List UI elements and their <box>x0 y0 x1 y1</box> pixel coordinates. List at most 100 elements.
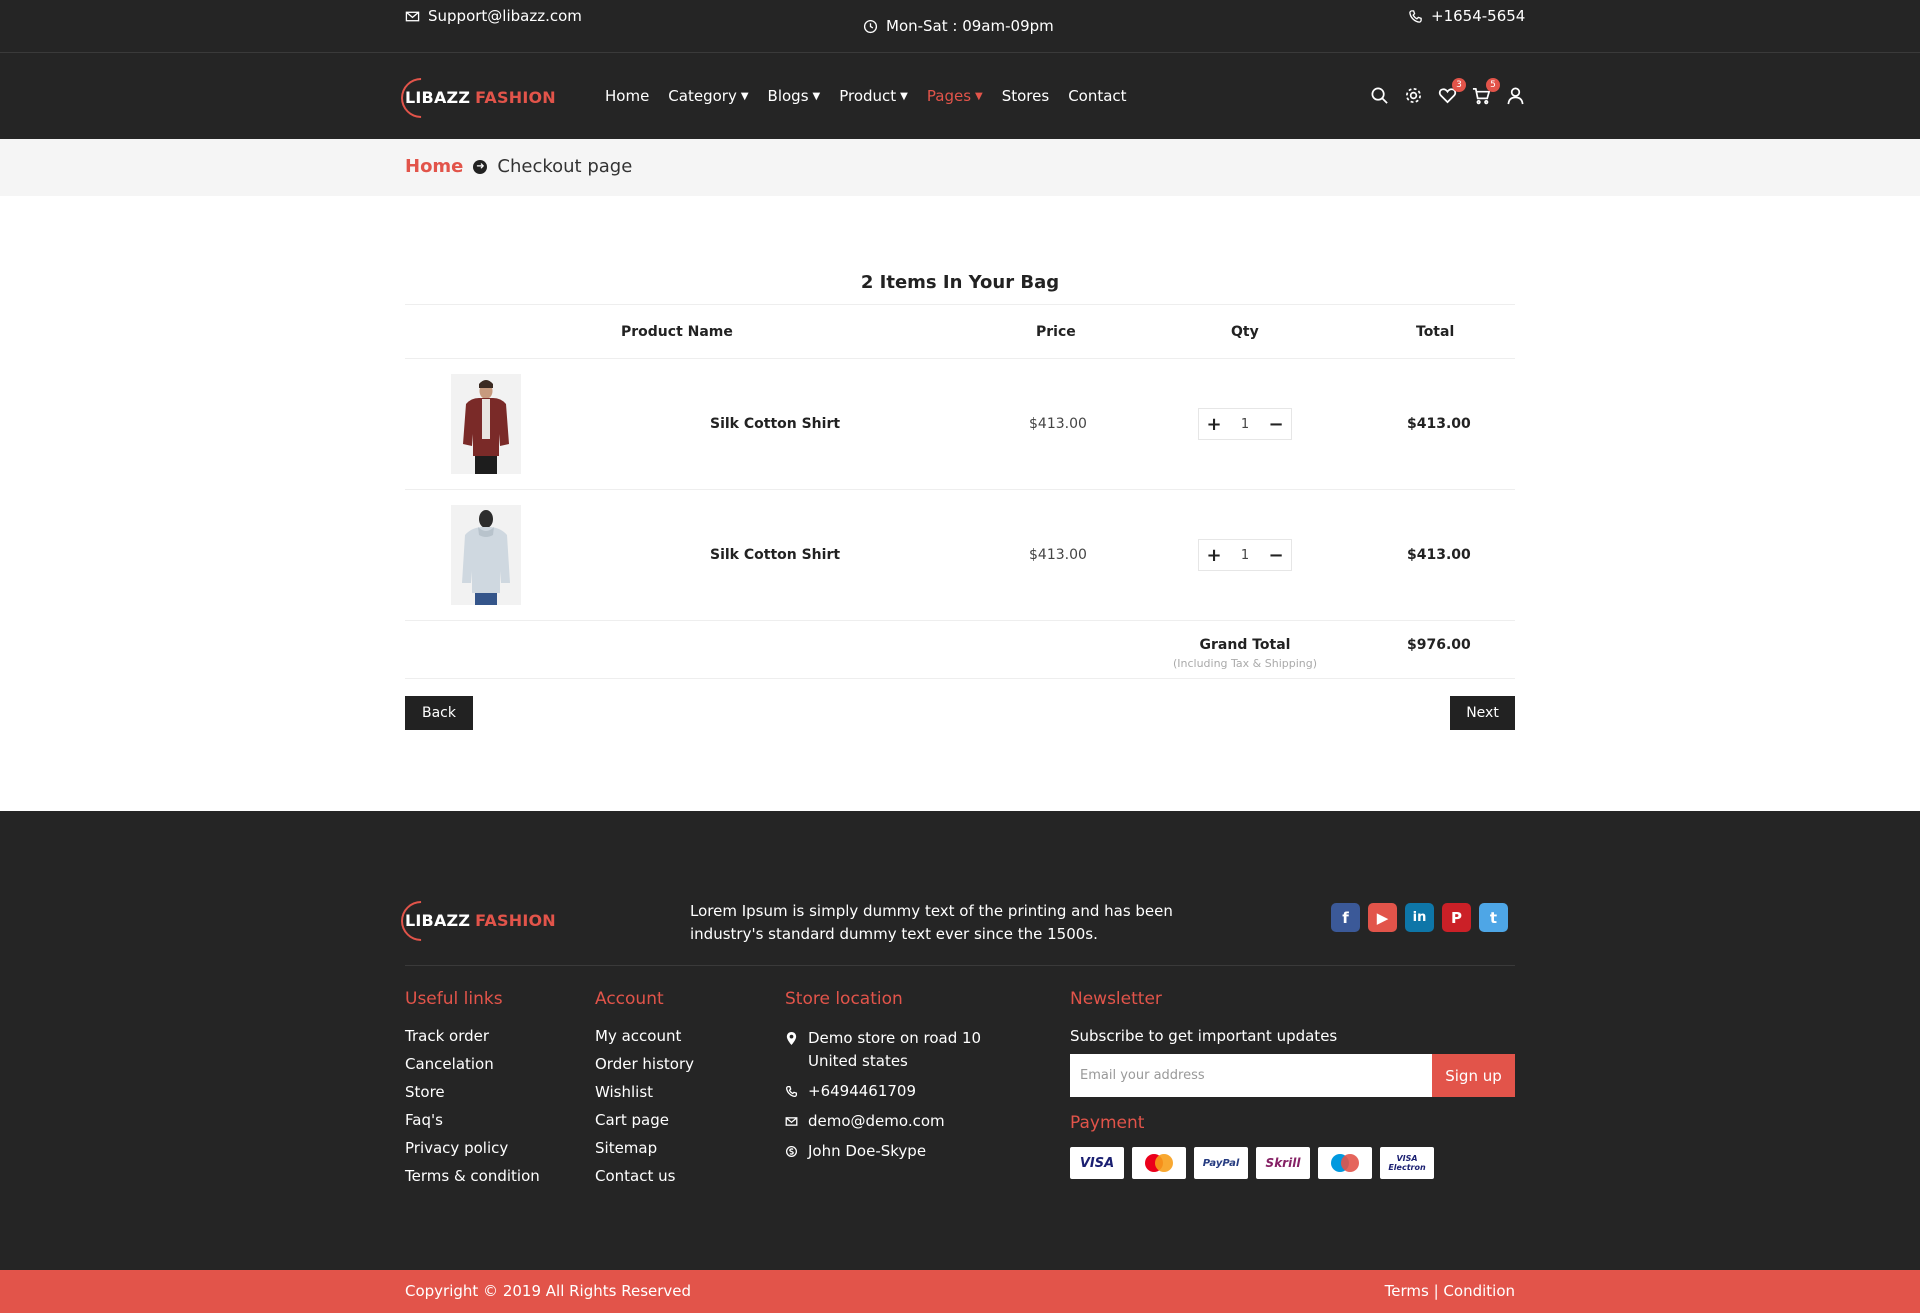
site-logo[interactable]: LIBAZZ FASHION <box>392 69 556 127</box>
nav-pages-label: Pages <box>926 87 972 105</box>
next-button[interactable]: Next <box>1450 696 1515 730</box>
minus-icon[interactable]: − <box>1261 409 1291 439</box>
search-icon[interactable] <box>1370 86 1390 106</box>
signup-button[interactable]: Sign up <box>1432 1054 1515 1097</box>
maestro-icon <box>1318 1147 1372 1179</box>
column-total: Total <box>1416 324 1455 340</box>
copyright-bar: Copyright © 2019 All Rights Reserved Ter… <box>0 1270 1920 1313</box>
breadcrumb-home-link[interactable]: Home <box>405 156 463 177</box>
table-row: Silk Cotton Shirt $413.00 + 1 − $413.00 <box>405 490 1515 621</box>
back-button[interactable]: Back <box>405 696 473 730</box>
column-product-name: Product Name <box>621 324 733 340</box>
clock-icon <box>863 19 878 33</box>
footer-link[interactable]: Faq's <box>405 1111 540 1139</box>
line-total: $413.00 <box>1407 547 1471 563</box>
nav-contact[interactable]: Contact <box>1068 87 1126 105</box>
product-name[interactable]: Silk Cotton Shirt <box>710 547 840 563</box>
useful-links-title: Useful links <box>405 989 503 1009</box>
pinterest-icon[interactable]: P <box>1442 903 1471 932</box>
product-name[interactable]: Silk Cotton Shirt <box>710 416 840 432</box>
facebook-icon[interactable]: f <box>1331 903 1360 932</box>
footer-link[interactable]: Privacy policy <box>405 1139 540 1167</box>
linkedin-icon[interactable]: in <box>1405 903 1434 932</box>
nav-blogs[interactable]: Blogs ▼ <box>768 87 821 105</box>
breadcrumb-bar: Home ➜ Checkout page <box>0 139 1920 196</box>
store-address-line1: Demo store on road 10 <box>808 1029 982 1047</box>
mail-icon <box>405 11 420 21</box>
header-icons: 3 5 <box>1370 78 1526 106</box>
grand-total-row: Grand Total (Including Tax & Shipping) $… <box>405 621 1515 679</box>
quantity-stepper: + 1 − <box>1198 539 1292 571</box>
footer-link[interactable]: Order history <box>595 1055 694 1083</box>
support-email[interactable]: Support@libazz.com <box>405 7 582 25</box>
opening-hours: Mon-Sat : 09am-09pm <box>863 17 1054 35</box>
minus-icon[interactable]: − <box>1261 540 1291 570</box>
user-account-icon[interactable] <box>1506 86 1526 106</box>
footer-logo[interactable]: LIBAZZ FASHION <box>392 892 556 950</box>
footer-link[interactable]: Store <box>405 1083 540 1111</box>
cart-icon[interactable]: 5 <box>1472 78 1500 106</box>
quantity-value[interactable]: 1 <box>1241 548 1249 563</box>
store-email[interactable]: demo@demo.com <box>785 1110 981 1133</box>
product-image[interactable] <box>451 505 521 605</box>
footer-useful-links: Useful links Track order Cancelation Sto… <box>405 989 540 1195</box>
nav-stores-label: Stores <box>1001 87 1050 105</box>
plus-icon[interactable]: + <box>1199 540 1229 570</box>
footer-link[interactable]: Cancelation <box>405 1055 540 1083</box>
nav-product[interactable]: Product ▼ <box>839 87 908 105</box>
store-address: Demo store on road 10 United states <box>785 1027 981 1073</box>
terms-link[interactable]: Terms | Condition <box>1385 1282 1515 1300</box>
visa-card-icon: VISA <box>1070 1147 1124 1179</box>
bag-title: 2 Items In Your Bag <box>860 272 1060 293</box>
product-image[interactable] <box>451 374 521 474</box>
payment-title: Payment <box>1070 1113 1145 1133</box>
footer-account-links: Account My account Order history Wishlis… <box>595 989 694 1195</box>
store-address-line2: United states <box>808 1052 908 1070</box>
footer-link[interactable]: Contact us <box>595 1167 694 1195</box>
nav-blogs-label: Blogs <box>767 87 809 105</box>
nav-category[interactable]: Category ▼ <box>668 87 748 105</box>
store-phone-text: +6494461709 <box>808 1082 917 1100</box>
youtube-icon[interactable]: ▶ <box>1368 903 1397 932</box>
cart-table-header: Product Name Price Qty Total <box>405 304 1515 359</box>
support-phone[interactable]: +1654-5654 <box>1408 7 1525 25</box>
skrill-icon: Skrill <box>1256 1147 1310 1179</box>
store-email-text: demo@demo.com <box>808 1112 945 1130</box>
store-skype[interactable]: John Doe-Skype <box>785 1140 981 1163</box>
nav-home-label: Home <box>605 87 650 105</box>
nav-home[interactable]: Home <box>605 87 649 105</box>
account-title: Account <box>595 989 664 1009</box>
newsletter-email-input[interactable] <box>1070 1054 1432 1097</box>
wishlist-heart-icon[interactable]: 3 <box>1438 78 1466 106</box>
logo-ring-icon <box>392 69 450 127</box>
main-header: LIBAZZ FASHION Home Category ▼ Blogs ▼ Pro… <box>0 53 1920 139</box>
plus-icon[interactable]: + <box>1199 409 1229 439</box>
social-links: f ▶ in P t <box>1331 903 1508 932</box>
footer-divider <box>405 965 1515 966</box>
store-phone[interactable]: +6494461709 <box>785 1080 981 1103</box>
phone-icon <box>1409 9 1422 23</box>
logo-ring-icon <box>392 892 450 950</box>
nav-pages[interactable]: Pages ▼ <box>927 87 983 105</box>
quantity-value[interactable]: 1 <box>1241 417 1249 432</box>
nav-stores[interactable]: Stores <box>1002 87 1049 105</box>
site-footer: LIBAZZ FASHION Lorem Ipsum is simply dum… <box>0 811 1920 1270</box>
chevron-down-icon: ▼ <box>975 90 983 102</box>
breadcrumb: Home ➜ Checkout page <box>405 156 632 177</box>
settings-gear-icon[interactable] <box>1404 86 1424 106</box>
line-total: $413.00 <box>1407 416 1471 432</box>
footer-link[interactable]: My account <box>595 1027 694 1055</box>
twitter-icon[interactable]: t <box>1479 903 1508 932</box>
store-location-title: Store location <box>785 989 903 1009</box>
footer-link[interactable]: Terms & condition <box>405 1167 540 1195</box>
column-price: Price <box>1036 324 1076 340</box>
footer-link[interactable]: Cart page <box>595 1111 694 1139</box>
wishlist-count-badge: 3 <box>1452 78 1466 92</box>
footer-link[interactable]: Wishlist <box>595 1083 694 1111</box>
mail-icon <box>785 1117 798 1126</box>
chevron-down-icon: ▼ <box>900 90 908 102</box>
top-bar: Support@libazz.com Mon-Sat : 09am-09pm +… <box>0 0 1920 53</box>
footer-link[interactable]: Sitemap <box>595 1139 694 1167</box>
footer-link[interactable]: Track order <box>405 1027 540 1055</box>
skype-icon <box>785 1145 798 1158</box>
